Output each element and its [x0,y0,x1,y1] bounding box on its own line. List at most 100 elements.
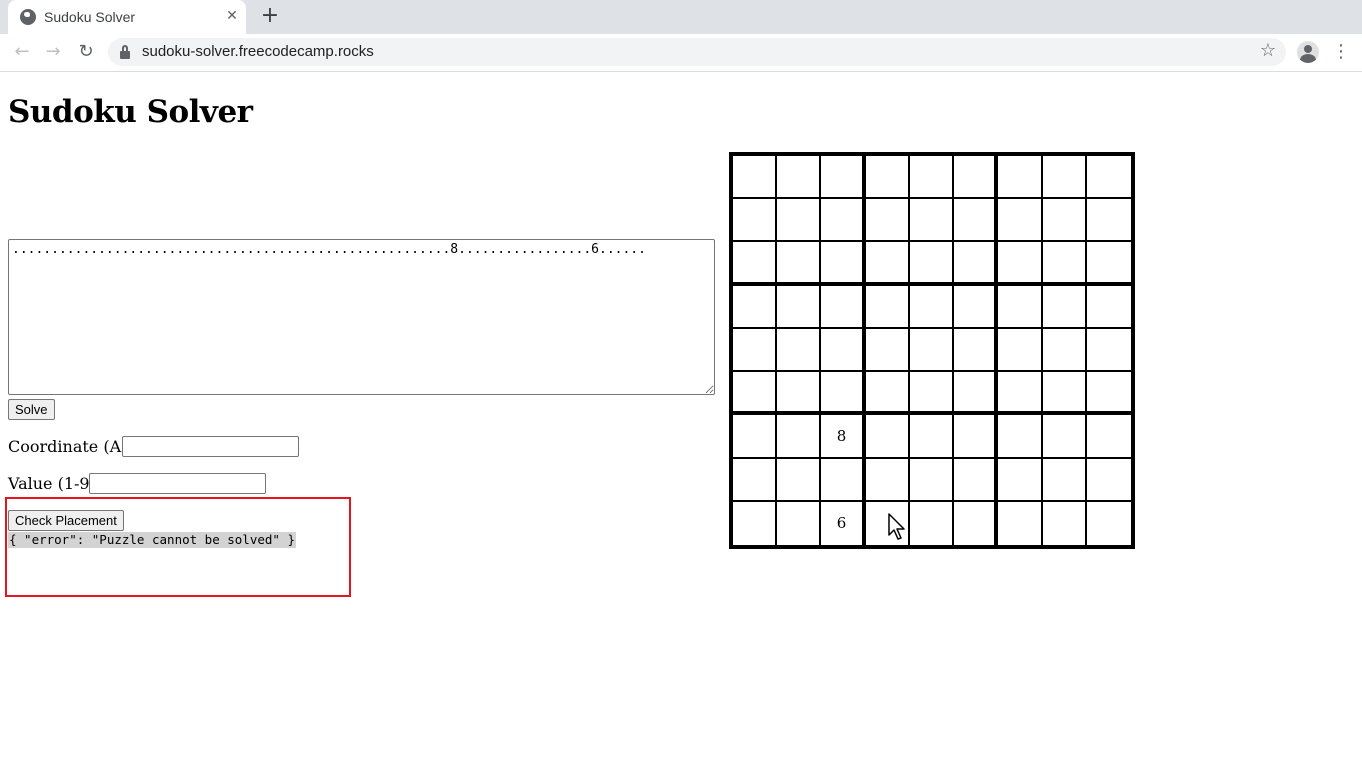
error-output: { "error": "Puzzle cannot be solved" } [8,532,296,548]
value-label: Value (1-9): [8,474,102,493]
sudoku-cell-e8 [1042,328,1087,373]
kebab-menu-icon[interactable]: ⋮ [1331,41,1351,63]
sudoku-cell-f7 [998,372,1043,416]
sudoku-cell-h1 [733,458,778,502]
mouse-cursor-icon [888,513,905,540]
sudoku-cell-i6 [954,501,999,545]
sudoku-cell-f3 [821,372,866,416]
sudoku-cell-g2 [777,415,822,459]
bookmark-star-icon[interactable]: ☆ [1260,40,1276,61]
sudoku-cell-i5 [910,501,955,545]
sudoku-cell-d2 [777,285,822,329]
sudoku-cell-c7 [998,242,1043,286]
sudoku-cell-f6 [954,372,999,416]
sudoku-cell-g7 [998,415,1043,459]
sudoku-cell-c4 [865,242,910,286]
sudoku-cell-i1 [733,501,778,545]
sudoku-cell-f1 [733,372,778,416]
sudoku-cell-c5 [909,242,955,286]
sudoku-cell-h3 [821,458,866,502]
sudoku-cell-e3 [821,328,866,373]
sudoku-cell-f5 [909,372,955,416]
sudoku-cell-b1 [733,199,778,243]
sudoku-cell-e4 [865,328,910,373]
sudoku-cell-c6 [954,242,999,286]
close-tab-icon[interactable]: ✕ [222,6,242,26]
sudoku-cell-d1 [733,285,778,329]
sudoku-cell-h6 [954,458,999,502]
sudoku-cell-g5 [909,415,955,459]
browser-toolbar: ← → ↻ sudoku-solver.freecodecamp.rocks ☆… [0,34,1362,72]
browser-tab-bar: Sudoku Solver ✕ + [0,0,1362,34]
profile-avatar-icon[interactable] [1297,41,1319,63]
new-tab-icon[interactable]: + [258,4,282,28]
sudoku-cell-c8 [1042,242,1087,286]
sudoku-cell-d7 [998,285,1043,329]
sudoku-cell-g3: 8 [821,415,866,459]
address-bar[interactable]: sudoku-solver.freecodecamp.rocks ☆ [108,38,1286,66]
puzzle-text-area[interactable]: ........................................… [8,239,715,395]
sudoku-cell-a7 [998,156,1043,200]
reload-icon[interactable]: ↻ [73,40,99,64]
sudoku-cell-i2 [777,501,822,545]
sudoku-cell-e5 [909,328,955,373]
value-input[interactable] [89,473,266,494]
sudoku-cell-a1 [733,156,778,200]
sudoku-cell-c3 [821,242,866,286]
sudoku-cell-f4 [865,372,910,416]
sudoku-cell-b8 [1042,199,1087,243]
browser-tab[interactable]: Sudoku Solver ✕ [8,0,246,34]
url-text[interactable]: sudoku-solver.freecodecamp.rocks [142,43,374,60]
sudoku-cell-h2 [777,458,822,502]
sudoku-cell-d9 [1086,286,1131,329]
sudoku-cell-i3: 6 [821,501,866,545]
sudoku-grid: 86 [729,152,1135,549]
sudoku-cell-d6 [954,285,999,329]
globe-icon [20,9,36,25]
sudoku-cell-b4 [865,199,910,243]
forward-arrow-icon[interactable]: → [40,40,66,64]
sudoku-cell-h5 [909,458,955,502]
sudoku-cell-d5 [909,285,955,329]
sudoku-cell-e1 [733,328,778,373]
check-placement-button[interactable]: Check Placement [8,510,124,531]
sudoku-cell-b7 [998,199,1043,243]
sudoku-cell-h8 [1042,458,1087,502]
sudoku-cell-e9 [1086,329,1131,373]
sudoku-cell-i7 [998,501,1043,545]
sudoku-cell-b3 [821,199,866,243]
sudoku-cell-h9 [1086,459,1131,502]
sudoku-cell-e6 [954,328,999,373]
sudoku-cell-d4 [865,285,910,329]
sudoku-cell-g9 [1086,415,1131,459]
sudoku-cell-e2 [777,328,822,373]
sudoku-cell-c9 [1086,242,1131,286]
sudoku-cell-i9 [1087,502,1131,545]
sudoku-cell-g1 [733,415,778,459]
sudoku-cell-c2 [777,242,822,286]
sudoku-cell-h4 [865,458,910,502]
sudoku-cell-g4 [865,415,910,459]
sudoku-cell-b5 [909,199,955,243]
solve-button[interactable]: Solve [8,399,55,420]
back-arrow-icon[interactable]: ← [9,40,35,64]
sudoku-cell-h7 [998,458,1043,502]
sudoku-cell-a2 [777,156,822,200]
sudoku-cell-c1 [733,242,778,286]
sudoku-cell-a8 [1042,156,1087,200]
sudoku-cell-a4 [865,156,910,200]
sudoku-cell-b2 [777,199,822,243]
sudoku-cell-a5 [909,156,955,200]
sudoku-cell-d3 [821,285,866,329]
sudoku-cell-i8 [1043,501,1087,545]
coordinate-input[interactable] [122,436,299,457]
sudoku-cell-a6 [954,156,999,200]
sudoku-cell-f2 [777,372,822,416]
sudoku-cell-b9 [1086,199,1131,243]
sudoku-cell-a3 [821,156,866,200]
sudoku-cell-g6 [954,415,999,459]
sudoku-cell-f8 [1042,372,1087,416]
sudoku-cell-e7 [998,328,1043,373]
sudoku-cell-f9 [1086,372,1131,416]
lock-icon[interactable] [120,45,130,59]
